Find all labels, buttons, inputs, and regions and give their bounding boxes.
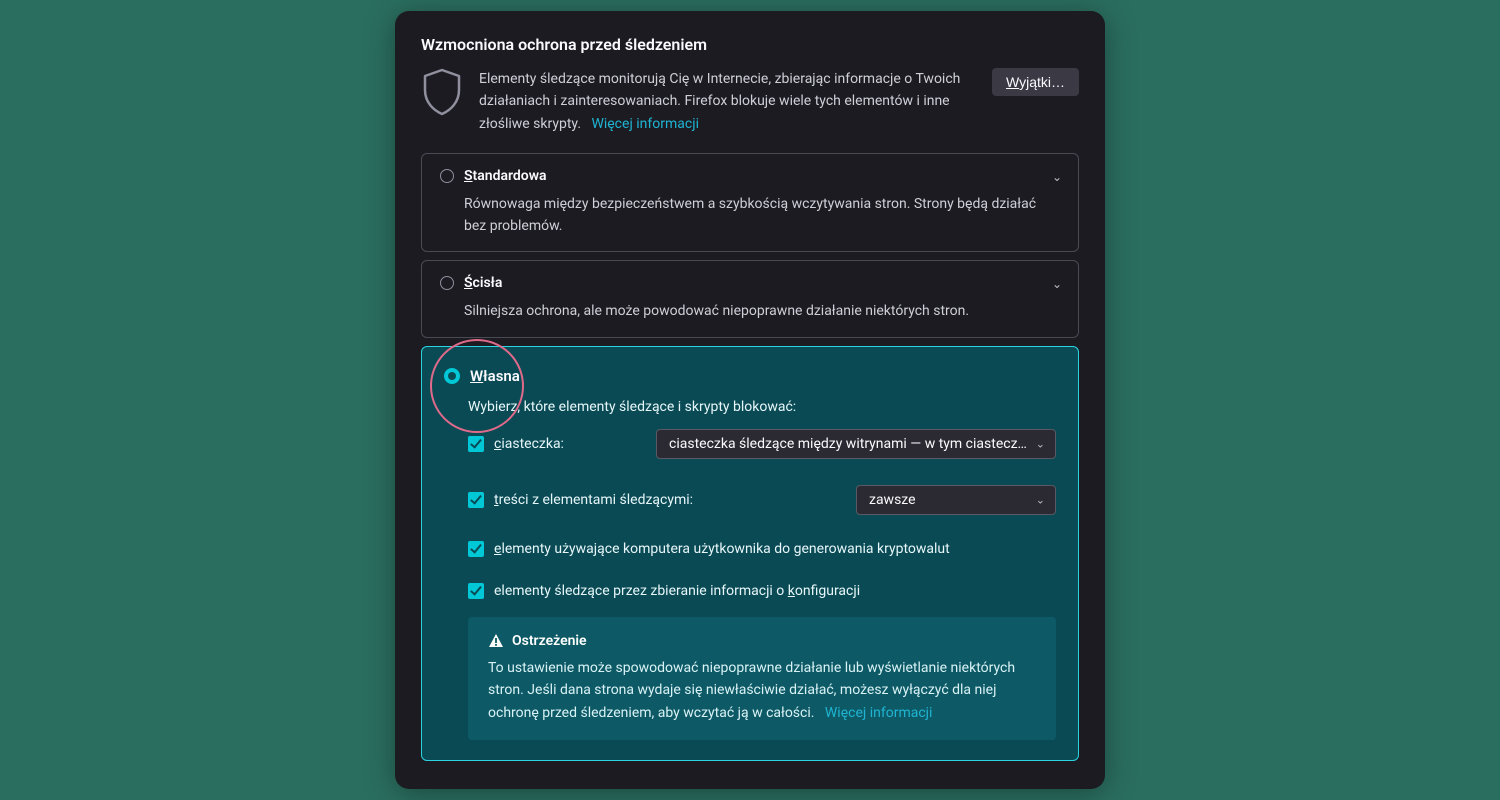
shield-icon [421,68,463,116]
warning-learn-more-link[interactable]: Więcej informacji [825,705,933,721]
row-fingerprinters: elementy śledzące przez zbieranie inform… [468,583,1056,599]
radio-custom[interactable] [444,368,460,384]
chevron-down-icon[interactable]: ⌄ [1052,170,1062,184]
warning-body: To ustawienie może spowodować niepoprawn… [488,657,1036,724]
warning-box: Ostrzeżenie To ustawienie może spowodowa… [468,617,1056,740]
chevron-down-icon: ⌄ [1036,438,1045,451]
option-strict-label: Ścisła [464,275,502,291]
tracking-protection-panel: Wzmocniona ochrona przed śledzeniem Elem… [395,11,1105,789]
option-custom-label: Własna [470,367,520,385]
learn-more-link[interactable]: Więcej informacji [591,116,699,132]
radio-standard[interactable] [440,169,454,183]
option-strict[interactable]: Ścisła ⌄ Silniejsza ochrona, ale może po… [421,260,1079,338]
option-standard[interactable]: Standardowa ⌄ Równowaga między bezpiecze… [421,153,1079,252]
row-cryptominers: elementy używające komputera użytkownika… [468,541,1056,557]
warning-title-row: Ostrzeżenie [488,633,1036,649]
panel-title: Wzmocniona ochrona przed śledzeniem [421,35,1079,54]
radio-strict[interactable] [440,276,454,290]
option-custom[interactable]: Własna Wybierz, które elementy śledzące … [421,346,1079,761]
select-cookies[interactable]: ciasteczka śledzące między witrynami — w… [656,429,1056,459]
select-tracking-content[interactable]: zawsze ⌄ [856,485,1056,515]
option-standard-desc: Równowaga między bezpieczeństwem a szybk… [440,194,1060,237]
row-tracking-content: treści z elementami śledzącymi: zawsze ⌄ [468,485,1056,515]
label-cookies: ciasteczka: [494,436,564,452]
highlight-ring [430,339,524,433]
intro-row: Elementy śledzące monitorują Cię w Inter… [421,68,1079,135]
warning-title: Ostrzeżenie [512,633,587,649]
checkbox-cookies[interactable] [468,436,484,452]
intro-text: Elementy śledzące monitorują Cię w Inter… [479,68,976,135]
chevron-down-icon[interactable]: ⌄ [1052,277,1062,291]
chevron-down-icon: ⌄ [1036,494,1045,507]
row-cookies: ciasteczka: ciasteczka śledzące między w… [468,429,1056,459]
label-cryptominers: elementy używające komputera użytkownika… [494,541,950,557]
option-strict-desc: Silniejsza ochrona, ale może powodować n… [440,301,1060,323]
label-tracking-content: treści z elementami śledzącymi: [494,492,693,508]
checkbox-cryptominers[interactable] [468,541,484,557]
warning-icon [488,633,504,649]
checkbox-tracking-content[interactable] [468,492,484,508]
exceptions-button[interactable]: Wyjątki… [992,68,1079,96]
label-fingerprinters: elementy śledzące przez zbieranie inform… [494,583,860,599]
checkbox-fingerprinters[interactable] [468,583,484,599]
intro-body: Elementy śledzące monitorują Cię w Inter… [479,71,960,132]
custom-heading: Wybierz, które elementy śledzące i skryp… [468,399,1056,415]
option-standard-label: Standardowa [464,168,547,184]
